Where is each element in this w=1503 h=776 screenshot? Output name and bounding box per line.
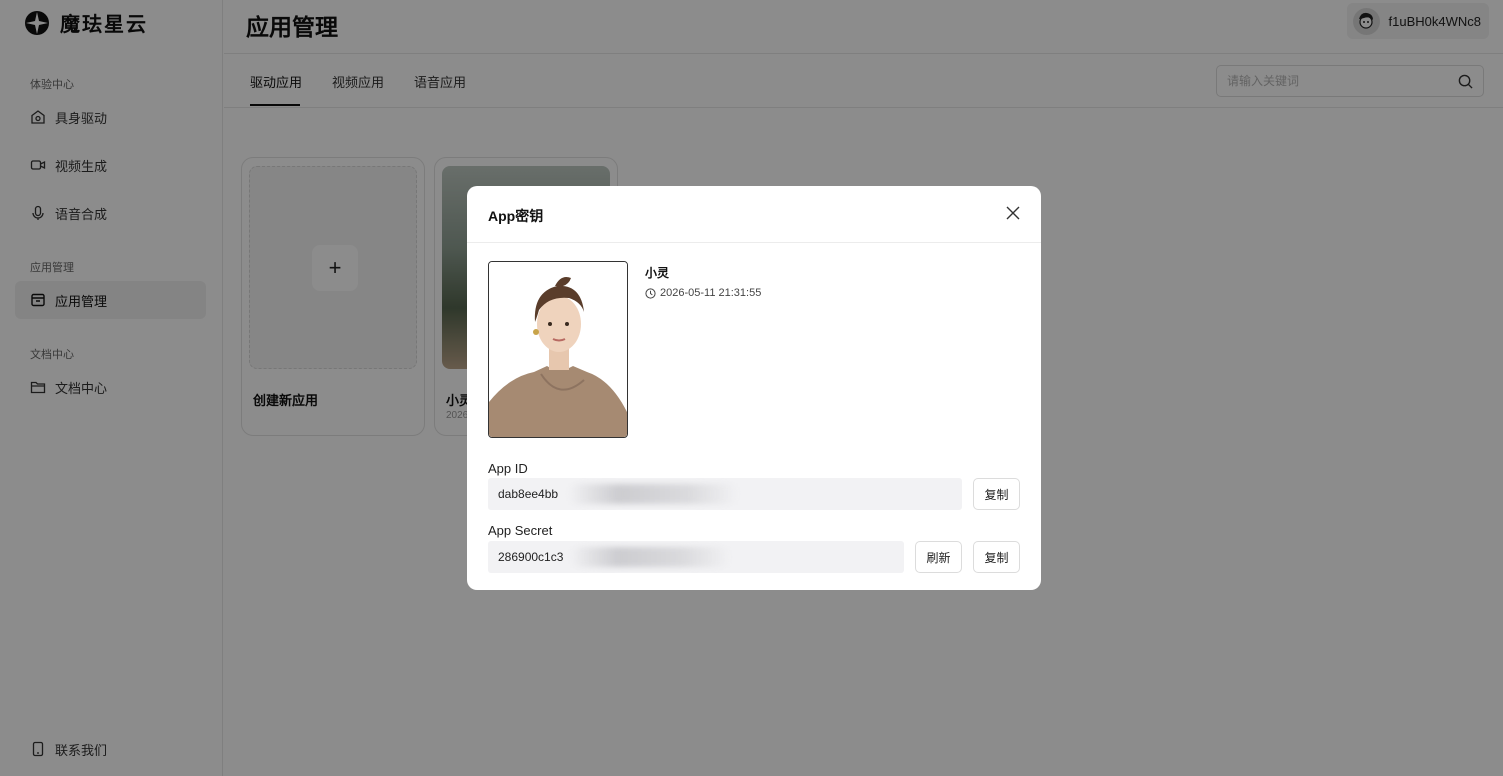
app-id-value: dab8ee4bb: [498, 487, 559, 501]
close-icon[interactable]: [1005, 205, 1021, 221]
dialog-header: App密钥: [467, 186, 1041, 243]
app-key-dialog: App密钥 小灵 2026-05-11 21:31:55 App ID dab8…: [467, 186, 1041, 590]
app-id-label: App ID: [488, 461, 528, 476]
refresh-secret-button[interactable]: 刷新: [915, 541, 962, 573]
copy-app-id-button[interactable]: 复制: [973, 478, 1020, 510]
dialog-title: App密钥: [488, 208, 544, 224]
app-secret-field[interactable]: 286900c1c3: [488, 541, 904, 573]
created-time: 2026-05-11 21:31:55: [645, 287, 761, 299]
clock-icon: [645, 287, 656, 299]
avatar-portrait-image: [489, 262, 627, 437]
redaction-blur: [568, 484, 738, 504]
created-time-text: 2026-05-11 21:31:55: [660, 287, 762, 299]
app-secret-label: App Secret: [488, 523, 553, 538]
app-name: 小灵: [645, 266, 670, 280]
app-secret-value: 286900c1c3: [498, 550, 564, 564]
avatar-portrait: [488, 261, 628, 438]
copy-secret-button[interactable]: 复制: [973, 541, 1020, 573]
redaction-blur: [570, 547, 730, 567]
app-id-field[interactable]: dab8ee4bb: [488, 478, 962, 510]
